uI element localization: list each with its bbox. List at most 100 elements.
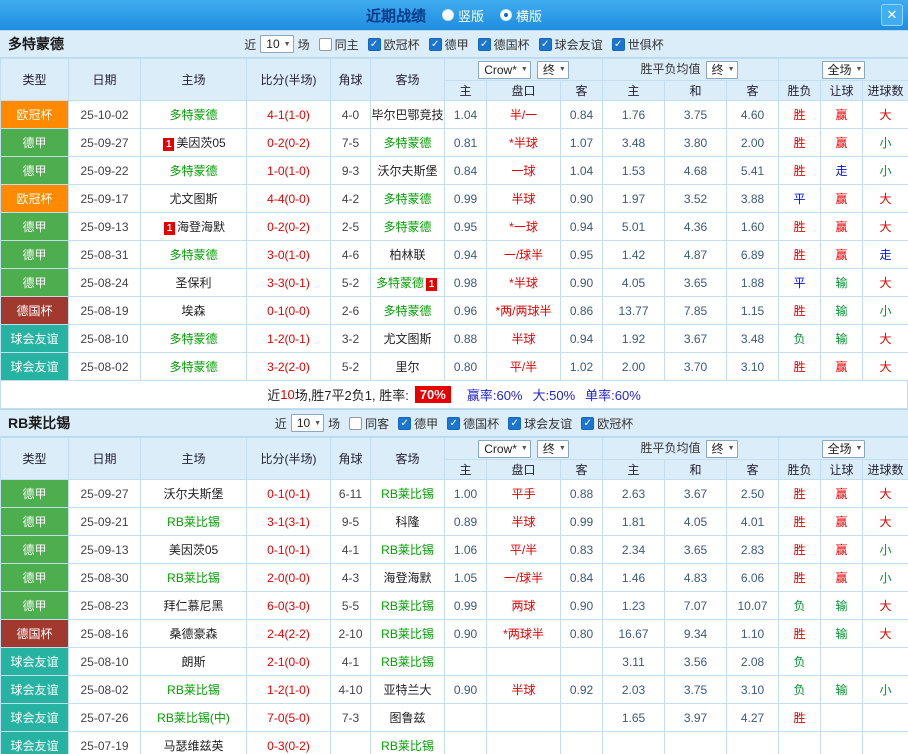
winloss-stage-select[interactable]: 终 ▼ [705,60,738,79]
league-checkbox[interactable]: ✓ 球会友谊 [538,36,603,53]
europe-odds-value: 1.42 [602,240,666,269]
goals-flag: 大 [862,268,908,297]
europe-odds-value: 3.65 [664,268,728,297]
away-team-name: 柏林联 [389,248,426,262]
match-row: 德甲 25-09-13 美因茨05 0-1(0-1) 4-1 RB莱比锡 1.06 平/半 0.… [0,535,908,564]
handicap: 一/球半 [486,240,561,269]
asian-odds-value: 0.99 [444,184,487,213]
handicap-flag: 赢 [820,352,864,381]
layout-radio-vertical[interactable]: 竖版 [441,6,484,25]
winloss-stage-select-value: 终 [711,63,724,78]
league-checkbox-label: 德甲 [414,416,439,431]
corner-count: 5-2 [330,268,371,297]
away-team-name: 科隆 [395,515,420,529]
league-checkbox[interactable]: ✓ 欧冠杯 [367,36,420,53]
asian-odds-value: 0.81 [444,128,487,157]
match-row: 德甲 25-08-24 圣保利 3-3(0-1) 5-2 多特蒙德 1 0.98 *半球 0.90… [0,268,908,297]
winloss-flag: 负 [778,647,822,676]
checkbox-checked-icon: ✓ [611,37,625,51]
match-row: 球会友谊 25-08-10 多特蒙德 1-2(0-1) 3-2 尤文图斯 0.88 半球 0.9… [0,324,908,353]
league-checkbox[interactable]: ✓ 德甲 [398,415,438,432]
league-checkbox[interactable]: ✓ 德国杯 [447,415,499,432]
same-venue-checkbox-label: 同客 [365,416,390,431]
asian-odds-value: 0.99 [444,591,487,620]
result-scope-select[interactable]: 全场 ▼ [821,60,866,79]
match-count-select[interactable]: 10 ▼ [290,414,325,432]
result-scope-select-value: 全场 [827,63,852,77]
handicap-flag: 赢 [820,100,864,129]
result-scope-header: 全场 ▼ [778,437,908,460]
handicap: *两/两球半 [486,296,561,325]
home-team-name: 多特蒙德 [169,164,218,178]
europe-odds-value: 1.46 [602,563,666,592]
summary-text: 近 [267,388,281,403]
corner-count: 7-5 [330,128,371,157]
league-checkbox[interactable]: ✓ 世俱杯 [611,36,664,53]
league-checkbox[interactable]: ✓ 德甲 [428,36,469,53]
match-count-select[interactable]: 10 ▼ [260,35,294,53]
goals-flag: 大 [862,352,908,381]
competition-badge: 球会友谊 [0,675,69,704]
score: 7-0(5-0) [246,703,331,732]
odds-stage-select[interactable]: 终 ▼ [536,439,569,458]
asian-odds-value: 1.07 [559,128,604,157]
match-row: 德国杯 25-08-16 桑德豪森 2-4(2-2) 2-10 RB莱比锡 0.90 *两球半… [0,619,908,648]
checkbox-checked-icon: ✓ [508,416,522,430]
league-checkbox[interactable]: ✓ 欧冠杯 [581,415,633,432]
europe-odds-value: 3.67 [664,479,728,508]
goals-flag: 大 [862,591,908,620]
sub-column-header: 客 [726,459,780,480]
winloss-flag: 胜 [778,296,822,325]
match-date: 25-10-02 [68,100,141,129]
same-venue-checkbox[interactable]: 同客 [349,415,389,432]
layout-radio-horizontal[interactable]: 横版 [500,6,542,25]
league-checkbox[interactable]: ✓ 德国杯 [477,36,530,53]
score: 4-1(1-0) [246,100,331,129]
match-date: 25-09-27 [68,479,141,508]
header-group-row: 类型 日期 主场 比分(半场) 角球 客场 Crow* ▼ 终 ▼ 胜平负均值终 ▼ 全场 ▼ [0,58,908,101]
asian-odds-value: 0.83 [559,535,604,564]
match-row: 球会友谊 25-08-10 朗斯 2-1(0-0) 4-1 RB莱比锡 3.11 3.56 2.… [0,647,908,676]
away-team-name: RB莱比锡 [381,599,434,613]
handicap: 平/半 [486,352,561,381]
chevron-down-icon: ▼ [314,419,322,427]
europe-odds-value: 3.52 [664,184,728,213]
score: 3-2(2-0) [246,352,331,381]
radio-unselected-icon [441,9,454,21]
sub-column-header: 盘口 [486,459,561,480]
league-checkbox[interactable]: ✓ 球会友谊 [508,415,572,432]
handicap-flag: 赢 [820,212,864,241]
handicap-flag: 输 [820,296,864,325]
handicap-flag: 赢 [820,479,864,508]
europe-odds-value: 1.10 [726,619,780,648]
home-team-name: 圣保利 [175,276,212,290]
odds-company-select[interactable]: Crow* ▼ [478,60,531,79]
goals-flag: 大 [862,184,908,213]
competition-badge: 德国杯 [0,619,69,648]
away-team: 亚特兰大 [370,675,445,704]
match-row: 欧冠杯 25-10-02 多特蒙德 4-1(1-0) 4-0 毕尔巴鄂竞技 1.04 半/一 0… [0,100,908,129]
asian-odds-value: 0.94 [559,212,604,241]
winloss-stage-select[interactable]: 终 ▼ [705,439,738,458]
europe-odds-value: 3.65 [664,535,728,564]
dialog-title: 近期战绩 [365,7,426,25]
winloss-stage-select-value: 终 [711,442,724,457]
handicap-flag: 赢 [820,128,864,157]
home-team: RB莱比锡(中) [140,703,247,732]
home-team-name: 桑德豪森 [169,627,218,641]
europe-odds-value: 3.80 [664,128,728,157]
match-count-select-value: 10 [296,416,311,430]
winloss-flag: 负 [778,591,822,620]
match-date: 25-09-21 [68,507,141,536]
results-table: 类型 日期 主场 比分(半场) 角球 客场 Crow* ▼ 终 ▼ 胜平负均值终 ▼ 全场 ▼ 主盘口客主和… [0,58,908,381]
league-checkbox-label: 球会友谊 [524,416,573,431]
competition-badge: 德甲 [0,479,69,508]
odds-stage-select[interactable]: 终 ▼ [536,60,569,79]
result-scope-select[interactable]: 全场 ▼ [821,439,866,458]
asian-odds-value: 0.90 [444,619,487,648]
away-team: 里尔 [370,352,445,381]
same-venue-checkbox[interactable]: 同主 [318,36,359,53]
odds-company-select[interactable]: Crow* ▼ [478,439,531,458]
close-icon[interactable]: ✕ [881,4,903,26]
sub-column-header: 盘口 [486,80,561,101]
